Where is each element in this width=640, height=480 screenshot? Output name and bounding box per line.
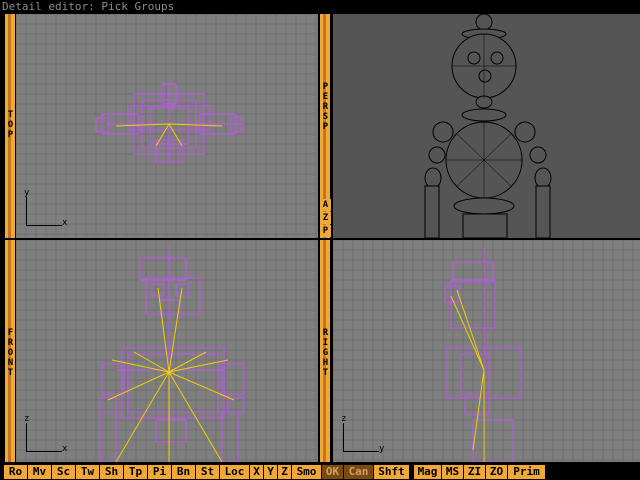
toolbar-button-zoom-in[interactable]: ZI [464, 465, 486, 479]
front-viewport-label: FRONT [7, 328, 14, 378]
persp-button-z[interactable]: Z [320, 212, 331, 224]
toolbar-button-taper[interactable]: Tp [124, 465, 148, 479]
top-viewport[interactable]: y x [16, 14, 318, 238]
toolbar-button-cancel[interactable]: Can [344, 465, 374, 479]
toolbar-button-twist[interactable]: Tw [76, 465, 100, 479]
toolbar-button-zoom-out[interactable]: ZO [486, 465, 508, 479]
persp-viewport-label: PERSP [322, 82, 329, 132]
toolbar-button-primitive[interactable]: Prim [508, 465, 546, 479]
right-viewport[interactable]: z y [333, 240, 640, 462]
persp-render [424, 14, 552, 238]
toolbar-button-shift[interactable]: Shft [374, 465, 410, 479]
toolbar-button-magnet[interactable]: Mag [414, 465, 442, 479]
toolbar-button-bend[interactable]: Bn [172, 465, 196, 479]
right-axis-h-label: y [379, 444, 385, 454]
toolbar-button-move[interactable]: Mv [28, 465, 52, 479]
toolbar-button-x-axis[interactable]: X [250, 465, 264, 479]
right-viewport-canvas [333, 240, 640, 462]
toolbar-button-z-axis[interactable]: Z [278, 465, 292, 479]
persp-viewport[interactable] [333, 14, 640, 238]
front-viewport-canvas [16, 240, 318, 462]
toolbar-button-y-axis[interactable]: Y [264, 465, 278, 479]
toolbar-button-shear[interactable]: Sh [100, 465, 124, 479]
front-axis-h-label: x [62, 444, 68, 454]
persp-button-p[interactable]: P [320, 225, 331, 237]
toolbar-button-scale[interactable]: Sc [52, 465, 76, 479]
toolbar-button-pivot[interactable]: Pi [148, 465, 172, 479]
toolbar-button-ms[interactable]: MS [442, 465, 464, 479]
toolbar-button-local[interactable]: Loc [220, 465, 250, 479]
right-viewport-label: RIGHT [322, 328, 329, 378]
top-viewport-canvas [16, 14, 318, 238]
toolbar-button-rotate[interactable]: Ro [4, 465, 28, 479]
window-title: Detail editor: Pick Groups [0, 0, 640, 13]
persp-button-a[interactable]: A [320, 199, 331, 211]
top-axis-h-label: x [62, 218, 68, 228]
top-viewport-label: TOP [7, 110, 14, 140]
toolbar-button-ok[interactable]: OK [322, 465, 344, 479]
toolbar-button-smooth[interactable]: Smo [292, 465, 322, 479]
toolbar-button-stretch[interactable]: St [196, 465, 220, 479]
front-viewport[interactable]: z x [16, 240, 318, 462]
